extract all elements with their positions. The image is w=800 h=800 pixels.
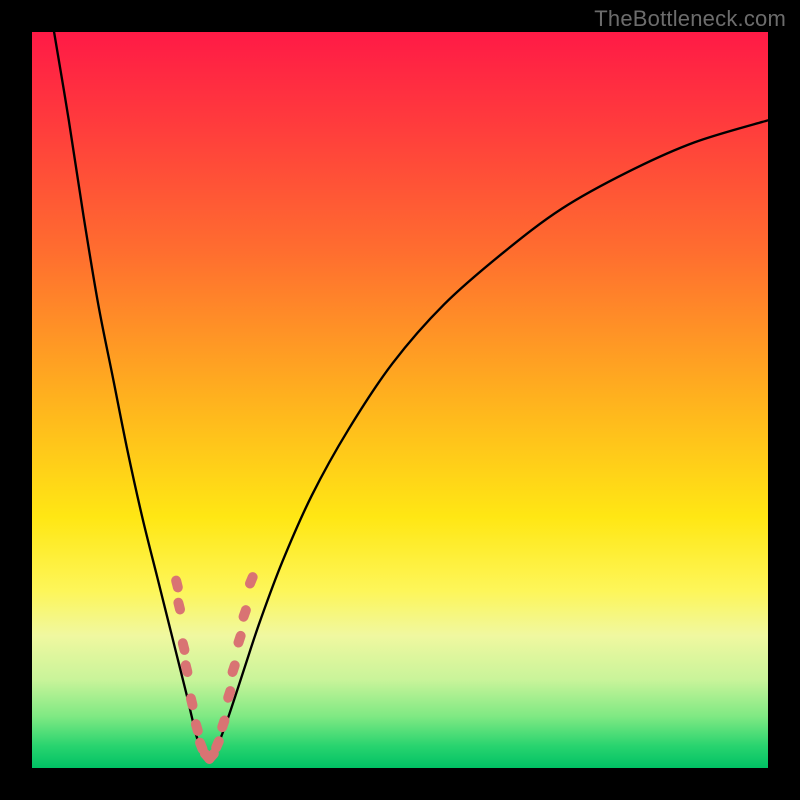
watermark-text: TheBottleneck.com	[594, 6, 786, 32]
plot-area	[32, 32, 768, 768]
data-marker	[244, 571, 260, 590]
data-marker	[226, 659, 241, 678]
data-marker	[232, 630, 247, 649]
data-marker	[170, 575, 184, 594]
curves-layer	[32, 32, 768, 768]
data-marker	[172, 597, 186, 616]
data-marker	[177, 637, 191, 656]
right-branch-curve	[211, 120, 768, 760]
marker-group	[170, 571, 259, 766]
outer-frame: TheBottleneck.com	[0, 0, 800, 800]
data-marker	[237, 604, 252, 623]
